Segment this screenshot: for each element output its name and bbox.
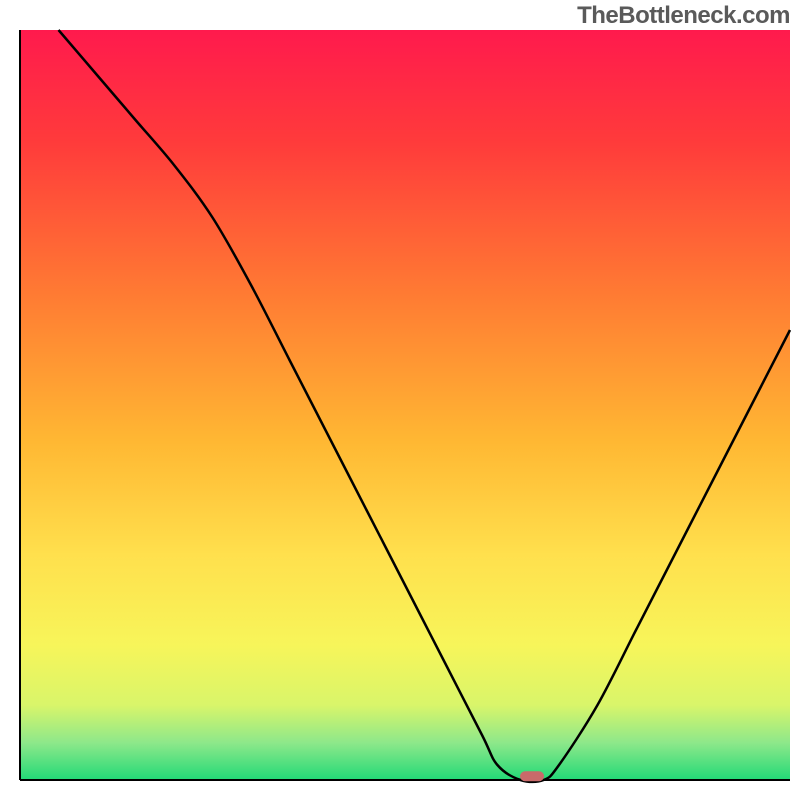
bottleneck-chart — [0, 0, 800, 800]
chart-background — [20, 30, 790, 780]
watermark-text: TheBottleneck.com — [577, 2, 790, 30]
optimal-marker — [520, 771, 544, 781]
chart-container: TheBottleneck.com — [0, 0, 800, 800]
